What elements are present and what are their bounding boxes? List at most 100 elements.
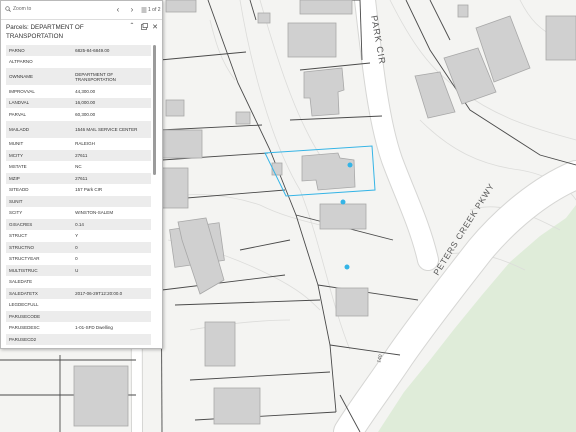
chevron-left-icon: ‹ xyxy=(116,5,120,14)
attribute-value xyxy=(72,310,151,323)
popup-header: Parcels: DEPARTMENT OF TRANSPORTATION ˆ … xyxy=(1,20,162,44)
attribute-value: 60,300.00 xyxy=(72,108,151,121)
attribute-value: U xyxy=(72,264,151,277)
attribute-value: 2017-06-29T12:20:00.0 xyxy=(72,287,151,300)
attribute-row: PARUSECODE xyxy=(6,310,151,323)
attribute-value: RALEIGH xyxy=(72,138,151,150)
attribute-key: SUNIT xyxy=(6,195,73,208)
attribute-key: MZIP xyxy=(6,172,73,185)
attribute-key: MAILADD xyxy=(6,120,73,139)
attribute-key: LANDVAL xyxy=(6,97,73,109)
feature-popup: Zoom to ‹ › 1 of 2 Parcels: DEPARTMENT O… xyxy=(0,0,163,349)
attribute-row: MCITY 27611 xyxy=(6,149,151,162)
attribute-key: PARUSEDE2 xyxy=(6,345,73,348)
attribute-value xyxy=(72,276,151,288)
attribute-value xyxy=(72,299,151,311)
attribute-key: STRUCTNO xyxy=(6,241,73,254)
attribute-value: 0 xyxy=(72,241,151,254)
zoom-to-button[interactable]: Zoom to xyxy=(5,6,31,12)
attribute-key: IMPROVVAL xyxy=(6,85,73,98)
attribute-value: 0 xyxy=(72,253,151,265)
attribute-row: PARUSEDESC 1-01-SFD Dwelling xyxy=(6,322,151,334)
attribute-value: 6825-84-6849.00 xyxy=(72,45,151,57)
attribute-value: WINSTON-SALEM xyxy=(72,207,151,219)
attribute-key: PARUSECD2 xyxy=(6,333,73,346)
attribute-row: PARUSECD2 xyxy=(6,333,151,346)
attribute-value xyxy=(72,56,151,68)
attribute-value: 16,000.00 xyxy=(72,97,151,109)
attribute-row: MUNIT RALEIGH xyxy=(6,138,151,150)
popup-title: Parcels: DEPARTMENT OF TRANSPORTATION xyxy=(6,24,84,40)
attribute-value: 157 Park CIR xyxy=(72,184,151,196)
attribute-row: SITEADD 157 Park CIR xyxy=(6,184,151,196)
attribute-row: SALEDATE xyxy=(6,276,151,288)
attribute-key: PARNO xyxy=(6,45,73,57)
attribute-key: MUNIT xyxy=(6,138,73,150)
chevron-up-icon: ˆ xyxy=(130,22,134,31)
attribute-value: Y xyxy=(72,230,151,242)
attribute-value: 0.14 xyxy=(72,218,151,231)
attribute-key: PARUSEDESC xyxy=(6,322,73,334)
attribute-value xyxy=(72,333,151,346)
popup-scrollbar[interactable] xyxy=(153,45,156,175)
close-icon: ✕ xyxy=(152,24,158,31)
attribute-row: SUNIT xyxy=(6,195,151,208)
attribute-row: MSTATE NC xyxy=(6,161,151,173)
attribute-key: LEGDECFULL xyxy=(6,299,73,311)
attribute-key: SALEDATE xyxy=(6,276,73,288)
attribute-row: IMPROVVAL 44,300.00 xyxy=(6,85,151,98)
attribute-key: GISACRES xyxy=(6,218,73,231)
attribute-key: MSTATE xyxy=(6,161,73,173)
popup-toolbar: Zoom to ‹ › 1 of 2 xyxy=(1,1,162,20)
previous-feature-button[interactable]: ‹ xyxy=(113,4,123,16)
attribute-row: STRUCT Y xyxy=(6,230,151,242)
attribute-key: ALTPARNO xyxy=(6,56,73,68)
attribute-value: 1-01-SFD Dwelling xyxy=(72,322,151,334)
attribute-key: SITEADD xyxy=(6,184,73,196)
attribute-value: 1546 MAIL SERVICE CENTER xyxy=(72,120,151,139)
attribute-value: NC xyxy=(72,161,151,173)
attribute-row: PARUSEDE2 xyxy=(6,345,151,348)
attribute-value xyxy=(72,195,151,208)
attribute-row: OWNNAME DEPARTMENT OF TRANSPORTATION xyxy=(6,67,151,86)
feature-page-indicator[interactable]: 1 of 2 xyxy=(141,7,161,13)
attribute-row: ALTPARNO xyxy=(6,56,151,68)
attribute-key: SCITY xyxy=(6,207,73,219)
attribute-row: PARNO 6825-84-6849.00 xyxy=(6,45,151,57)
dock-button[interactable] xyxy=(140,23,148,31)
attribute-row: MZIP 27611 xyxy=(6,172,151,185)
attribute-key: STRUCTYEAR xyxy=(6,253,73,265)
attribute-row: MAILADD 1546 MAIL SERVICE CENTER xyxy=(6,120,151,139)
attribute-table: PARNO 6825-84-6849.00 ALTPARNO OWNNAME DEPAR… xyxy=(6,45,151,348)
dock-icon xyxy=(140,23,148,30)
attribute-value xyxy=(72,345,151,348)
close-button[interactable]: ✕ xyxy=(151,23,159,31)
attribute-key: MCITY xyxy=(6,149,73,162)
attribute-row: GISACRES 0.14 xyxy=(6,218,151,231)
attribute-row: STRUCTYEAR 0 xyxy=(6,253,151,265)
attribute-key: STRUCT xyxy=(6,230,73,242)
attribute-value: DEPARTMENT OF TRANSPORTATION xyxy=(72,67,151,86)
list-icon xyxy=(141,7,147,13)
attribute-key: OWNNAME xyxy=(6,67,73,86)
attribute-key: PARUSECODE xyxy=(6,310,73,323)
attribute-value: 27611 xyxy=(72,172,151,185)
collapse-button[interactable]: ˆ xyxy=(128,23,136,31)
next-feature-button[interactable]: › xyxy=(127,4,137,16)
attribute-row: LANDVAL 16,000.00 xyxy=(6,97,151,109)
attribute-row: PARVAL 60,300.00 xyxy=(6,108,151,121)
attribute-key: MULTISTRUC xyxy=(6,264,73,277)
attribute-value: 44,300.00 xyxy=(72,85,151,98)
attribute-row: STRUCTNO 0 xyxy=(6,241,151,254)
attribute-row: MULTISTRUC U xyxy=(6,264,151,277)
attribute-row: SALEDATETX 2017-06-29T12:20:00.0 xyxy=(6,287,151,300)
attribute-value: 27611 xyxy=(72,149,151,162)
attribute-row: SCITY WINSTON-SALEM xyxy=(6,207,151,219)
attribute-key: PARVAL xyxy=(6,108,73,121)
chevron-right-icon: › xyxy=(130,5,134,14)
page-indicator-text: 1 of 2 xyxy=(148,7,161,13)
attribute-row: LEGDECFULL xyxy=(6,299,151,311)
zoom-to-label: Zoom to xyxy=(13,6,32,12)
attribute-key: SALEDATETX xyxy=(6,287,73,300)
magnifier-icon xyxy=(5,6,11,12)
